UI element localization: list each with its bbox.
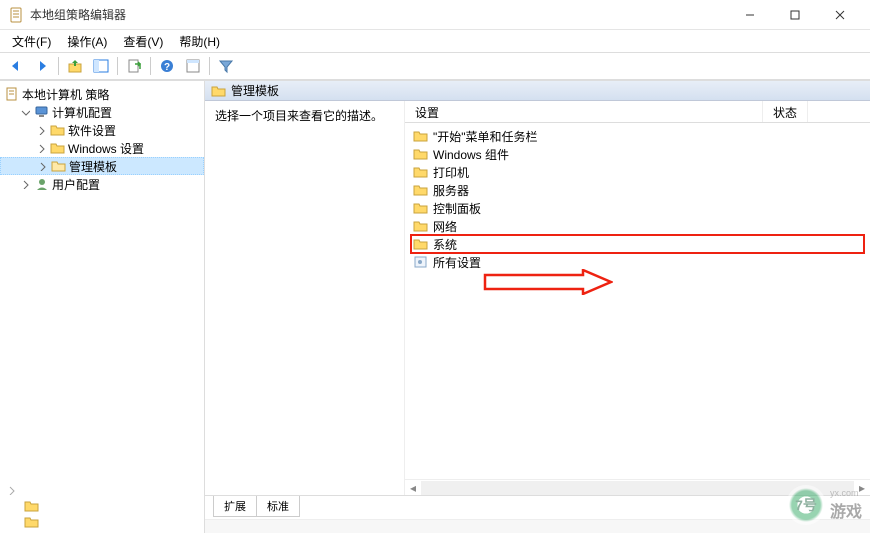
tree-admin-templates[interactable]: 管理模板	[0, 157, 204, 175]
folder-icon	[24, 515, 40, 529]
user-icon	[34, 177, 50, 191]
list-item[interactable]: 打印机	[411, 163, 864, 181]
properties-button[interactable]	[181, 55, 205, 77]
list-item-label: 网络	[433, 218, 457, 235]
expand-icon[interactable]	[35, 159, 49, 173]
tree-software-label: 软件设置	[68, 122, 120, 139]
folder-icon	[413, 129, 429, 143]
list-item[interactable]: Windows 组件	[411, 145, 864, 163]
description-text: 选择一个项目来查看它的描述。	[215, 107, 394, 124]
expand-icon[interactable]	[18, 177, 32, 191]
folder-icon	[413, 237, 429, 251]
list-item-label: "开始"菜单和任务栏	[433, 128, 538, 145]
list-item[interactable]: "开始"菜单和任务栏	[411, 127, 864, 145]
folder-icon	[413, 183, 429, 197]
tree-panel: 本地计算机 策略 计算机配置 软件设置 Windows 设置 管理模板 用户配置	[0, 81, 205, 533]
filter-button[interactable]	[214, 55, 238, 77]
list-item-system[interactable]: 系统	[411, 235, 864, 253]
list-item-label: 所有设置	[433, 254, 481, 271]
menu-view[interactable]: 查看(V)	[115, 31, 171, 52]
minimize-button[interactable]	[727, 1, 772, 29]
export-list-button[interactable]	[122, 55, 146, 77]
folder-icon	[211, 84, 227, 98]
up-level-button[interactable]	[63, 55, 87, 77]
tree-windows-settings[interactable]: Windows 设置	[0, 139, 204, 157]
collapse-icon[interactable]	[18, 105, 32, 119]
forward-button[interactable]	[30, 55, 54, 77]
folder-icon	[24, 499, 40, 513]
menu-file[interactable]: 文件(F)	[4, 31, 59, 52]
policy-icon	[4, 87, 20, 101]
tree-user-config-label: 用户配置	[52, 176, 104, 193]
list-item[interactable]: 网络	[411, 217, 864, 235]
tree-admin-templates-label: 管理模板	[69, 158, 121, 175]
tab-extended[interactable]: 扩展	[213, 496, 257, 517]
list-item-label: 控制面板	[433, 200, 481, 217]
window-title: 本地组策略编辑器	[30, 6, 727, 23]
tree-computer-config-label: 计算机配置	[52, 104, 116, 121]
column-setting[interactable]: 设置	[405, 101, 763, 122]
folder-icon	[413, 201, 429, 215]
menubar: 文件(F) 操作(A) 查看(V) 帮助(H)	[0, 30, 870, 52]
expand-icon[interactable]	[34, 123, 48, 137]
list-item[interactable]: 所有设置	[411, 253, 864, 271]
list-item-label: Windows 组件	[433, 146, 509, 163]
horizontal-scrollbar[interactable]: ◂ ▸	[405, 479, 870, 495]
content-header: 管理模板	[205, 81, 870, 101]
tree-root-label: 本地计算机 策略	[22, 86, 113, 103]
toolbar: ?	[0, 52, 870, 80]
tree-computer-config[interactable]: 计算机配置	[0, 103, 204, 121]
back-button[interactable]	[4, 55, 28, 77]
close-button[interactable]	[817, 1, 862, 29]
tab-standard[interactable]: 标准	[256, 496, 300, 517]
expand-icon[interactable]	[34, 141, 48, 155]
tree-software-settings[interactable]: 软件设置	[0, 121, 204, 139]
folder-icon	[413, 165, 429, 179]
folder-icon	[50, 123, 66, 137]
menu-help[interactable]: 帮助(H)	[171, 31, 228, 52]
menu-action[interactable]: 操作(A)	[59, 31, 115, 52]
folder-icon	[413, 147, 429, 161]
svg-text:?: ?	[164, 62, 170, 73]
computer-icon	[34, 105, 50, 119]
list-item[interactable]: 服务器	[411, 181, 864, 199]
expand-icon[interactable]	[4, 483, 18, 497]
maximize-button[interactable]	[772, 1, 817, 29]
list-item-label: 服务器	[433, 182, 469, 199]
tree-user-config[interactable]: 用户配置	[0, 175, 204, 193]
list-item[interactable]: 控制面板	[411, 199, 864, 217]
settings-icon	[413, 255, 429, 269]
show-hide-tree-button[interactable]	[89, 55, 113, 77]
folder-icon	[413, 219, 429, 233]
column-status[interactable]: 状态	[763, 101, 808, 122]
tree-root[interactable]: 本地计算机 策略	[0, 85, 204, 103]
content-title: 管理模板	[231, 82, 279, 99]
help-button[interactable]: ?	[155, 55, 179, 77]
folder-icon	[50, 141, 66, 155]
app-icon	[8, 7, 24, 23]
tree-windows-label: Windows 设置	[68, 140, 148, 157]
folder-open-icon	[51, 159, 67, 173]
list-item-label: 系统	[433, 236, 457, 253]
list-item-label: 打印机	[433, 164, 469, 181]
